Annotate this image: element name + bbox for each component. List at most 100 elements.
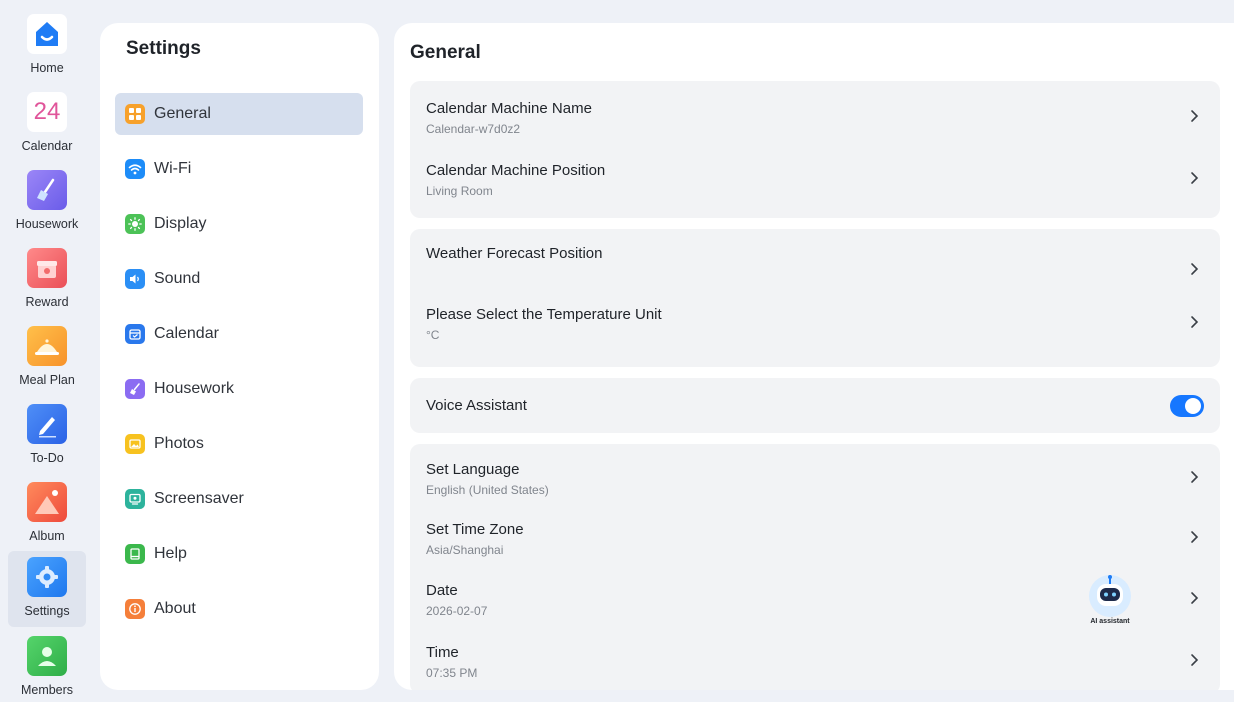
row-value: Calendar-w7d0z2 (426, 122, 521, 136)
settings-menu: Settings General Wi-Fi Display Sound Cal… (100, 23, 379, 690)
rail-label: Meal Plan (19, 373, 75, 387)
broom-icon (27, 170, 67, 210)
menu-item-display[interactable]: Display (115, 203, 363, 245)
rail-label: Housework (15, 217, 79, 231)
row-value: °C (426, 328, 440, 342)
row-title: Voice Assistant (426, 397, 527, 414)
row-title: Calendar Machine Name (426, 100, 592, 117)
settings-group-weather: Weather Forecast Position Please Select … (410, 229, 1220, 367)
monitor-icon (125, 489, 145, 509)
menu-item-wifi[interactable]: Wi-Fi (115, 148, 363, 190)
toggle-knob (1185, 398, 1201, 414)
speaker-icon (125, 269, 145, 289)
calendar-icon (125, 324, 145, 344)
rail-label: To-Do (30, 451, 64, 465)
row-value: Living Room (426, 184, 493, 198)
mountain-image-icon (27, 482, 67, 522)
row-value: English (United States) (426, 483, 549, 497)
row-time[interactable]: Time 07:35 PM (410, 639, 1220, 689)
chevron-right-icon (1191, 654, 1199, 666)
chevron-right-icon (1191, 531, 1199, 543)
settings-group-voice: Voice Assistant (410, 378, 1220, 433)
calendar-24-icon: 24 (27, 92, 67, 132)
broom-icon (125, 379, 145, 399)
rail-item-housework[interactable]: Housework (8, 164, 86, 240)
row-machine-position[interactable]: Calendar Machine Position Living Room (410, 157, 1220, 207)
wifi-icon (125, 159, 145, 179)
row-title: Set Language (426, 461, 520, 478)
settings-group-locale: Set Language English (United States) Set… (410, 444, 1220, 690)
robot-icon (1089, 575, 1131, 617)
menu-item-help[interactable]: Help (115, 533, 363, 575)
row-temperature-unit[interactable]: Please Select the Temperature Unit °C (410, 301, 1220, 351)
chevron-right-icon (1191, 263, 1199, 275)
person-icon (27, 636, 67, 676)
row-language[interactable]: Set Language English (United States) (410, 456, 1220, 506)
info-icon (125, 599, 145, 619)
menu-item-label: Housework (154, 380, 235, 397)
rail-item-todo[interactable]: To-Do (8, 398, 86, 474)
chevron-right-icon (1191, 110, 1199, 122)
rail-item-album[interactable]: Album (8, 476, 86, 552)
chevron-right-icon (1191, 471, 1199, 483)
row-title: Weather Forecast Position (426, 245, 603, 262)
menu-item-sound[interactable]: Sound (115, 258, 363, 300)
menu-item-calendar[interactable]: Calendar (115, 313, 363, 355)
gift-icon (27, 248, 67, 288)
row-title: Set Time Zone (426, 521, 524, 538)
row-title: Please Select the Temperature Unit (426, 306, 662, 323)
content-title: General (410, 42, 481, 63)
rail-item-meal-plan[interactable]: Meal Plan (8, 320, 86, 396)
menu-item-label: Calendar (154, 325, 219, 342)
general-panel: General Calendar Machine Name Calendar-w… (394, 23, 1234, 690)
rail-label: Home (30, 61, 64, 75)
home-icon (27, 14, 67, 54)
rail-label: Album (29, 529, 65, 543)
rail-label: Members (20, 683, 74, 697)
chevron-right-icon (1191, 592, 1199, 604)
row-machine-name[interactable]: Calendar Machine Name Calendar-w7d0z2 (410, 95, 1220, 145)
ai-assistant-label: AI assistant (1090, 618, 1130, 625)
row-weather-position[interactable]: Weather Forecast Position (410, 240, 1220, 290)
app-rail: Home 24 Calendar Housework Reward Meal P… (0, 0, 90, 702)
book-icon (125, 544, 145, 564)
rail-item-members[interactable]: Members (8, 630, 86, 702)
menu-item-general[interactable]: General (115, 93, 363, 135)
voice-assistant-toggle[interactable] (1170, 395, 1204, 417)
menu-item-about[interactable]: About (115, 588, 363, 630)
row-title: Time (426, 644, 459, 661)
cloche-icon (27, 326, 67, 366)
chevron-right-icon (1191, 172, 1199, 184)
sun-icon (125, 214, 145, 234)
rail-item-settings[interactable]: Settings (8, 551, 86, 627)
rail-item-home[interactable]: Home (8, 8, 86, 84)
menu-item-label: Photos (154, 435, 204, 452)
rail-label: Reward (25, 295, 69, 309)
menu-item-label: Screensaver (154, 490, 244, 507)
menu-title: Settings (126, 38, 201, 59)
image-icon (125, 434, 145, 454)
chevron-right-icon (1191, 316, 1199, 328)
menu-item-label: Help (154, 545, 187, 562)
gear-icon (27, 557, 67, 597)
rail-label: Calendar (21, 139, 73, 153)
pencil-icon (27, 404, 67, 444)
row-title: Date (426, 582, 458, 599)
row-value: 2026-02-07 (426, 604, 488, 618)
row-time-zone[interactable]: Set Time Zone Asia/Shanghai (410, 516, 1220, 566)
settings-group-device: Calendar Machine Name Calendar-w7d0z2 Ca… (410, 81, 1220, 218)
rail-item-calendar[interactable]: 24 Calendar (8, 86, 86, 162)
menu-item-label: About (154, 600, 196, 617)
ai-assistant-button[interactable]: AI assistant (1082, 573, 1138, 631)
rail-item-reward[interactable]: Reward (8, 242, 86, 318)
menu-item-housework[interactable]: Housework (115, 368, 363, 410)
grid-icon (125, 104, 145, 124)
menu-item-label: Sound (154, 270, 201, 287)
menu-item-photos[interactable]: Photos (115, 423, 363, 465)
menu-item-label: General (154, 105, 211, 122)
rail-label: Settings (24, 604, 70, 618)
menu-item-screensaver[interactable]: Screensaver (115, 478, 363, 520)
menu-item-label: Display (154, 215, 207, 232)
row-value: 07:35 PM (426, 666, 478, 680)
row-title: Calendar Machine Position (426, 162, 606, 179)
